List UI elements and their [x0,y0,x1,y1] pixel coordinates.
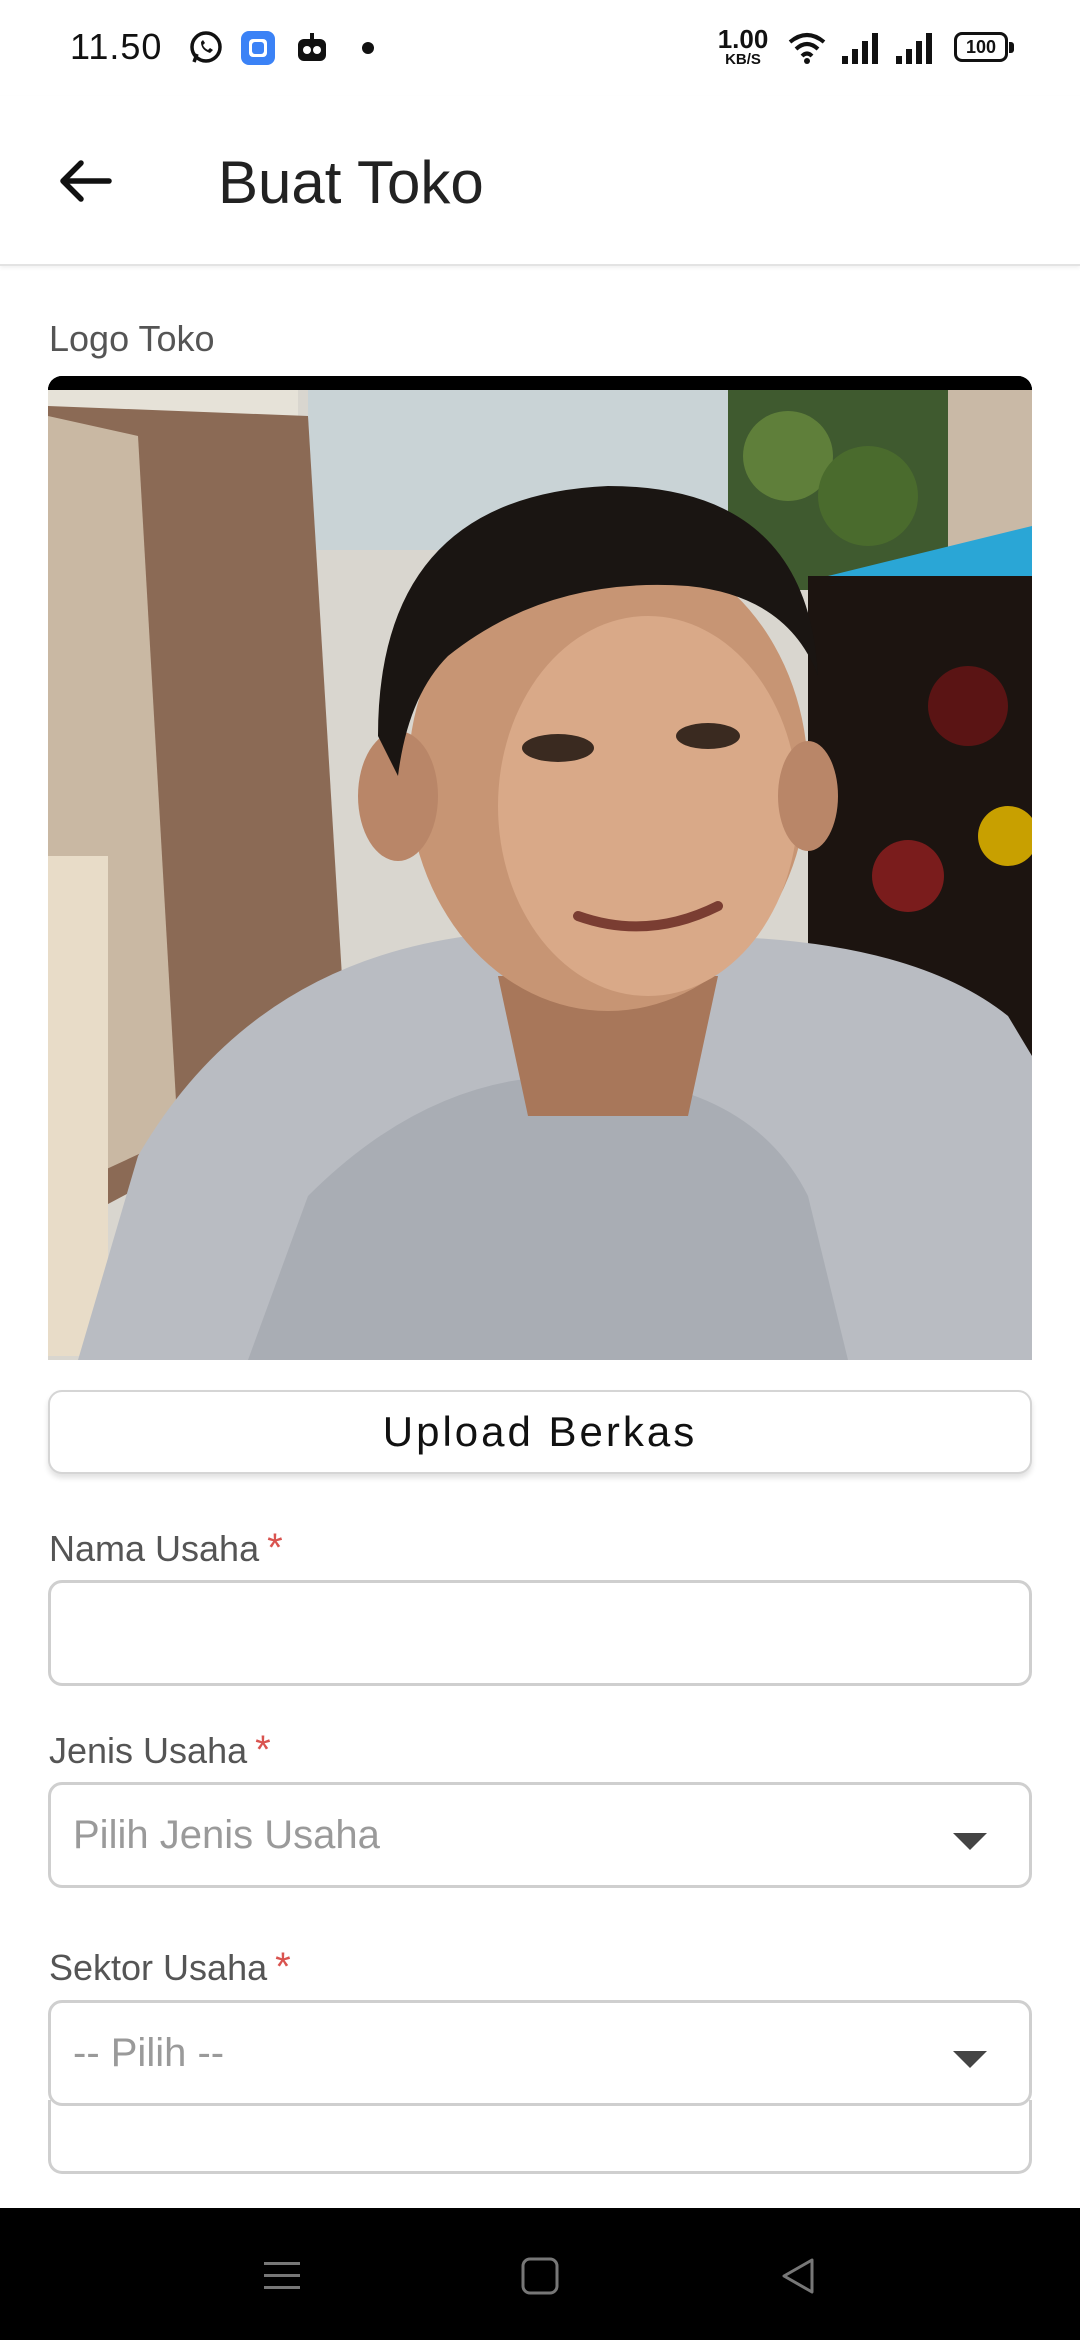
signal-icon [838,28,882,68]
notification-dot [362,42,374,54]
chevron-down-icon [953,1833,987,1850]
status-time: 11.50 [70,26,163,67]
whatsapp-icon [186,28,226,68]
battery-icon: 100 [954,32,1014,62]
type-label: Jenis Usaha * [49,1728,271,1773]
type-select[interactable]: Pilih Jenis Usaha [48,1782,1032,1888]
page-title: Buat Toko [218,149,484,216]
sector-select[interactable]: -- Pilih -- [48,2000,1032,2106]
menu-icon[interactable] [252,2248,312,2304]
type-label-text: Jenis Usaha [49,1730,248,1771]
required-mark: * [267,1526,283,1570]
net-speed-unit: KB/S [725,51,761,68]
arrow-left-icon [60,160,112,202]
sector-select-underlay [48,2100,1032,2174]
logo-label: Logo Toko [49,318,215,359]
system-nav-bar [0,2208,1080,2340]
sector-label-text: Sektor Usaha [49,1947,268,1988]
app-bar: Buat Toko [0,96,1080,266]
home-square-icon[interactable] [510,2248,570,2304]
net-speed-value: 1.00 [717,24,769,54]
chevron-down-icon [953,2051,987,2068]
name-input[interactable] [48,1580,1032,1686]
sector-select-placeholder: -- Pilih -- [73,2031,225,2075]
required-mark: * [255,1728,271,1772]
name-label: Nama Usaha * [49,1526,283,1571]
wifi-icon [784,28,830,68]
back-triangle-icon[interactable] [768,2248,828,2304]
status-bar: 11.50 1.00 KB/S 100 [0,0,1080,96]
sector-label: Sektor Usaha * [49,1945,291,1990]
app-icon [238,28,278,68]
type-select-placeholder: Pilih Jenis Usaha [73,1813,380,1857]
required-mark: * [275,1945,291,1989]
name-label-text: Nama Usaha [49,1528,260,1569]
store-logo-image [48,376,1032,1360]
signal-icon [892,28,936,68]
net-speed: 1.00 KB/S [716,26,770,67]
back-button[interactable] [50,146,120,216]
bot-icon [292,28,332,68]
upload-button[interactable]: Upload Berkas [48,1390,1032,1474]
